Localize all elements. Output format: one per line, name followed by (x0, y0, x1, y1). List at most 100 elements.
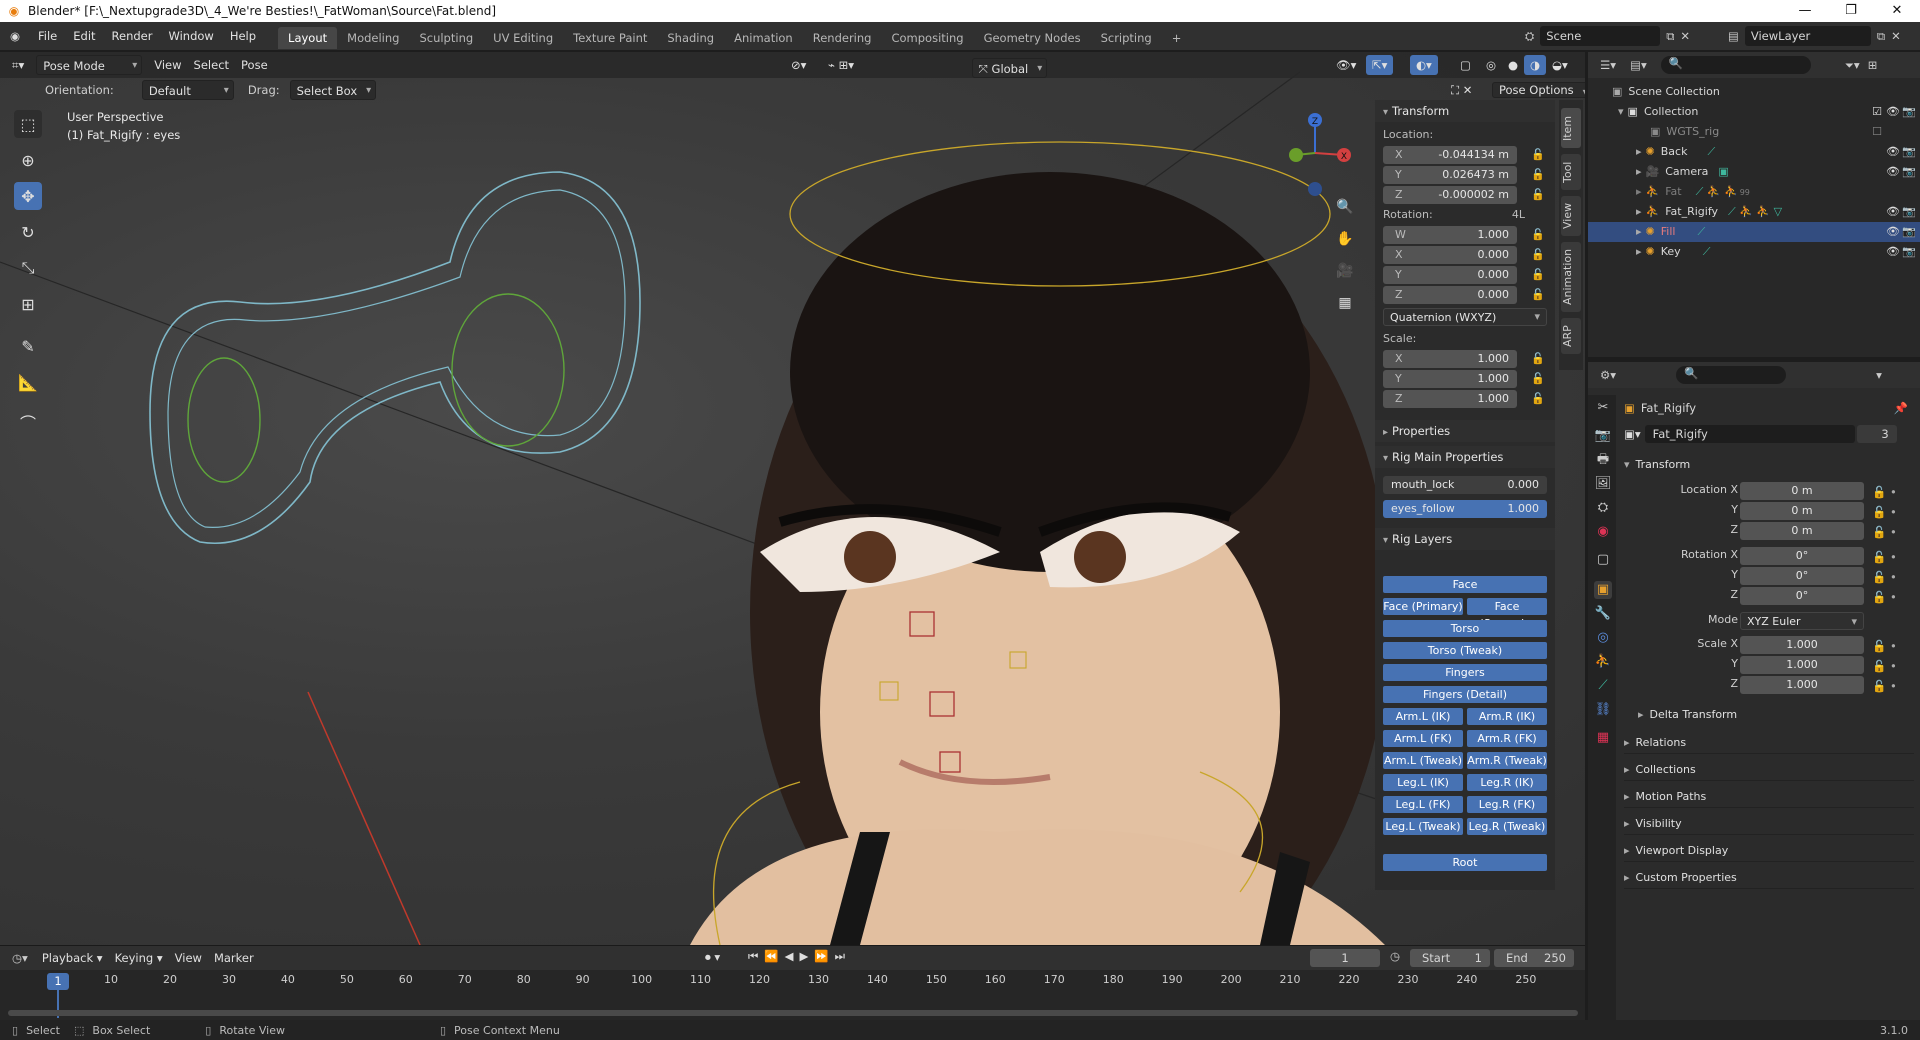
prop-rotation-z-field[interactable]: 0° (1740, 587, 1864, 605)
menu-select[interactable]: Select (188, 55, 235, 75)
scene-collection-row[interactable]: ▣ Scene Collection (1588, 82, 1920, 102)
prop-scale-z-field[interactable]: 1.000 (1740, 676, 1864, 694)
perspective-grid-icon[interactable]: ▦ (1332, 290, 1358, 316)
rig-main-properties-header[interactable]: ▾ Rig Main Properties (1375, 446, 1555, 468)
lock-icon[interactable]: 🔓 • (1872, 636, 1897, 656)
layer-arm-r-tweak-button[interactable]: Arm.R (Tweak) (1467, 752, 1547, 769)
zoom-icon[interactable]: 🔍 (1332, 194, 1358, 220)
blender-menu-icon[interactable]: ◉ (0, 29, 30, 43)
rotation-w-field[interactable]: W 1.000 🔓 (1383, 226, 1545, 244)
object-name-field[interactable]: Fat_Rigify (1644, 425, 1855, 443)
properties-search-input[interactable]: 🔍 (1676, 366, 1787, 384)
lock-icon[interactable]: 🔓 (1531, 352, 1545, 365)
shading-material-icon[interactable]: ◑ (1524, 55, 1547, 75)
checkbox-icon[interactable]: ☑ (1872, 102, 1882, 122)
tab-item[interactable]: Item (1561, 108, 1581, 148)
eye-icon[interactable]: 👁 (1886, 242, 1900, 262)
location-z-field[interactable]: Z -0.000002 m 🔓 (1383, 186, 1545, 204)
layer-arm-r-fk-button[interactable]: Arm.R (FK) (1467, 730, 1547, 747)
lock-icon[interactable]: 🔓 (1531, 228, 1545, 241)
camera-render-icon[interactable]: 📷 (1902, 242, 1916, 262)
lock-icon[interactable]: 🔓 (1531, 168, 1545, 181)
eye-icon[interactable]: 👁 (1886, 202, 1900, 222)
motion-paths-section[interactable]: ▸ Motion Paths (1624, 786, 1914, 808)
tab-shading[interactable]: Shading (657, 27, 724, 49)
menu-file[interactable]: File (30, 22, 65, 51)
prop-rotation-y-field[interactable]: 0° (1740, 567, 1864, 585)
layer-leg-l-tweak-button[interactable]: Leg.L (Tweak) (1383, 818, 1463, 835)
playback-menu[interactable]: Playback ▾ (36, 948, 109, 968)
close-button[interactable]: ✕ (1874, 0, 1920, 22)
layer-root-button[interactable]: Root (1383, 854, 1547, 871)
view-layer-tab-icon[interactable]: 🖼 (1594, 475, 1612, 493)
tool-tab-icon[interactable]: ✂ (1594, 399, 1612, 417)
delete-view-layer-icon[interactable]: ✕ (1891, 29, 1901, 43)
overlay-toggle-icon[interactable]: ◐▾ (1410, 55, 1438, 75)
scale-x-field[interactable]: X 1.000 🔓 (1383, 350, 1545, 368)
layer-fingers-button[interactable]: Fingers (1383, 664, 1547, 681)
pin-icon[interactable]: 📌 (1894, 401, 1908, 415)
menu-edit[interactable]: Edit (65, 22, 103, 51)
outliner-item-fat[interactable]: ▸ ⛹ Fat ⟋ ⛹ ⛹ 99 (1588, 182, 1920, 202)
layer-fingers-detail-button[interactable]: Fingers (Detail) (1383, 686, 1547, 703)
camera-render-icon[interactable]: 📷 (1902, 142, 1916, 162)
rig-layers-header[interactable]: ▾ Rig Layers (1375, 528, 1555, 550)
visibility-section[interactable]: ▸ Visibility (1624, 813, 1914, 835)
prop-scale-x-field[interactable]: 1.000 (1740, 636, 1864, 654)
custom-properties-section[interactable]: ▸ Custom Properties (1624, 867, 1914, 889)
orientation-dropdown[interactable]: Default (141, 80, 234, 101)
prop-location-x-field[interactable]: 0 m (1740, 482, 1864, 500)
lock-icon[interactable]: 🔓 (1531, 372, 1545, 385)
new-collection-icon[interactable]: ⊞ (1868, 58, 1878, 72)
outliner-item-fill[interactable]: ▸ ✺ Fill ⟋ 👁 📷 (1588, 222, 1920, 242)
chevron-down-icon[interactable]: ▾ (1876, 368, 1882, 382)
rotation-z-field[interactable]: Z 0.000 🔓 (1383, 286, 1545, 304)
rotate-tool-icon[interactable]: ↻ (14, 218, 42, 246)
camera-view-icon[interactable]: 🎥 (1332, 258, 1358, 284)
menu-render[interactable]: Render (104, 22, 161, 51)
object-browse-icon[interactable]: ▣▾ (1624, 427, 1641, 441)
layer-leg-r-ik-button[interactable]: Leg.R (IK) (1467, 774, 1547, 791)
lock-icon[interactable]: 🔓 • (1872, 547, 1897, 567)
scene-selector[interactable]: ⛭ Scene ⧉ ✕ (1525, 25, 1690, 47)
timeline-scrollbar[interactable] (8, 1010, 1578, 1016)
scale-y-field[interactable]: Y 1.000 🔓 (1383, 370, 1545, 388)
layer-leg-l-fk-button[interactable]: Leg.L (FK) (1383, 796, 1463, 813)
prop-scale-y-field[interactable]: 1.000 (1740, 656, 1864, 674)
prop-location-y-field[interactable]: 0 m (1740, 502, 1864, 520)
eye-icon[interactable]: 👁 (1886, 162, 1900, 182)
start-frame-field[interactable]: Start 1 (1410, 949, 1490, 967)
render-tab-icon[interactable]: 📷 (1594, 427, 1612, 445)
pose-tool-icon[interactable]: ⌒ (14, 408, 42, 436)
lock-icon[interactable]: 🔓 (1531, 248, 1545, 261)
properties-editor-icon[interactable]: ⚙▾ (1600, 368, 1616, 382)
drag-dropdown[interactable]: Select Box (289, 80, 377, 101)
location-x-field[interactable]: X -0.044134 m 🔓 (1383, 146, 1545, 164)
navigation-gizmo[interactable]: Z X (1270, 108, 1360, 198)
eye-icon[interactable]: 👁 (1886, 102, 1900, 122)
outliner-item-wgts-rig[interactable]: ▣ WGTS_rig ☐ (1588, 122, 1920, 142)
tab-arp[interactable]: ARP (1561, 318, 1581, 354)
layer-face-secondary-button[interactable]: Face (Second... (1467, 598, 1547, 630)
layer-arm-l-tweak-button[interactable]: Arm.L (Tweak) (1383, 752, 1463, 769)
tab-modeling[interactable]: Modeling (337, 27, 409, 49)
gizmo-toggle-icon[interactable]: ⇱▾ (1366, 55, 1394, 75)
scene-name[interactable]: Scene (1540, 26, 1661, 46)
bone-tab-icon[interactable]: ⟋ (1594, 677, 1612, 695)
minimize-button[interactable]: — (1782, 0, 1828, 22)
delete-scene-icon[interactable]: ✕ (1680, 29, 1690, 43)
scale-tool-icon[interactable]: ⤡ (14, 254, 42, 282)
rotation-mode-dropdown[interactable]: Quaternion (WXYZ) ▾ (1383, 308, 1547, 326)
transform-panel-header[interactable]: ▾ Transform (1375, 100, 1555, 122)
add-workspace-button[interactable]: + (1162, 27, 1192, 49)
marker-menu[interactable]: Marker (208, 948, 260, 968)
physics-tab-icon[interactable]: ◎ (1594, 629, 1612, 647)
tab-view[interactable]: View (1561, 196, 1581, 236)
camera-render-icon[interactable]: 📷 (1902, 162, 1916, 182)
xray-icon[interactable]: ▢ (1454, 55, 1477, 75)
shading-wireframe-icon[interactable]: ◎ (1480, 55, 1502, 75)
collection-tab-icon[interactable]: ▢ (1594, 551, 1612, 569)
layer-arm-l-ik-button[interactable]: Arm.L (IK) (1383, 708, 1463, 725)
menu-view[interactable]: View (148, 55, 187, 75)
modifiers-tab-icon[interactable]: 🔧 (1594, 605, 1612, 623)
